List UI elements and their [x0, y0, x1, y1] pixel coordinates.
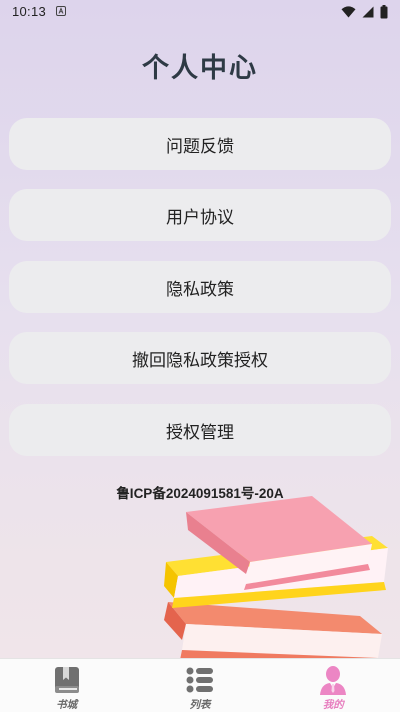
feedback-label: 问题反馈 [166, 136, 234, 157]
page-title: 个人中心 [142, 53, 258, 84]
nav-item-bookstore[interactable]: 书城 [0, 659, 133, 712]
notification-a-icon [56, 6, 66, 16]
book-icon [54, 667, 79, 693]
revoke-privacy-consent-button[interactable]: 撤回隐私政策授权 [9, 332, 391, 384]
nav-item-mine[interactable]: 我的 [267, 659, 400, 712]
bottom-navigation: 书城 列表 我的 [0, 658, 400, 712]
nav-label-list: 列表 [189, 699, 211, 711]
icp-record-number: 鲁ICP备2024091581号-20A [116, 486, 284, 501]
status-icons [341, 4, 388, 20]
user-agreement-label: 用户协议 [166, 207, 234, 228]
status-bar: 10:13 [0, 0, 400, 24]
feedback-button[interactable]: 问题反馈 [9, 118, 391, 170]
permission-management-label: 授权管理 [166, 422, 234, 443]
nav-item-list[interactable]: 列表 [133, 659, 266, 712]
book-stack-illustration [164, 496, 388, 660]
person-icon [320, 666, 347, 695]
privacy-policy-label: 隐私政策 [166, 279, 234, 300]
user-agreement-button[interactable]: 用户协议 [9, 189, 391, 241]
coral-book [164, 602, 382, 660]
wifi-icon [341, 6, 356, 18]
nav-label-mine: 我的 [322, 699, 344, 711]
status-time: 10:13 [12, 4, 47, 19]
nav-label-bookstore: 书城 [56, 699, 78, 711]
revoke-privacy-consent-label: 撤回隐私政策授权 [132, 350, 268, 371]
list-icon [186, 667, 213, 693]
signal-icon [362, 6, 374, 18]
battery-icon [380, 5, 388, 19]
permission-management-button[interactable]: 授权管理 [9, 404, 391, 456]
privacy-policy-button[interactable]: 隐私政策 [9, 261, 391, 313]
